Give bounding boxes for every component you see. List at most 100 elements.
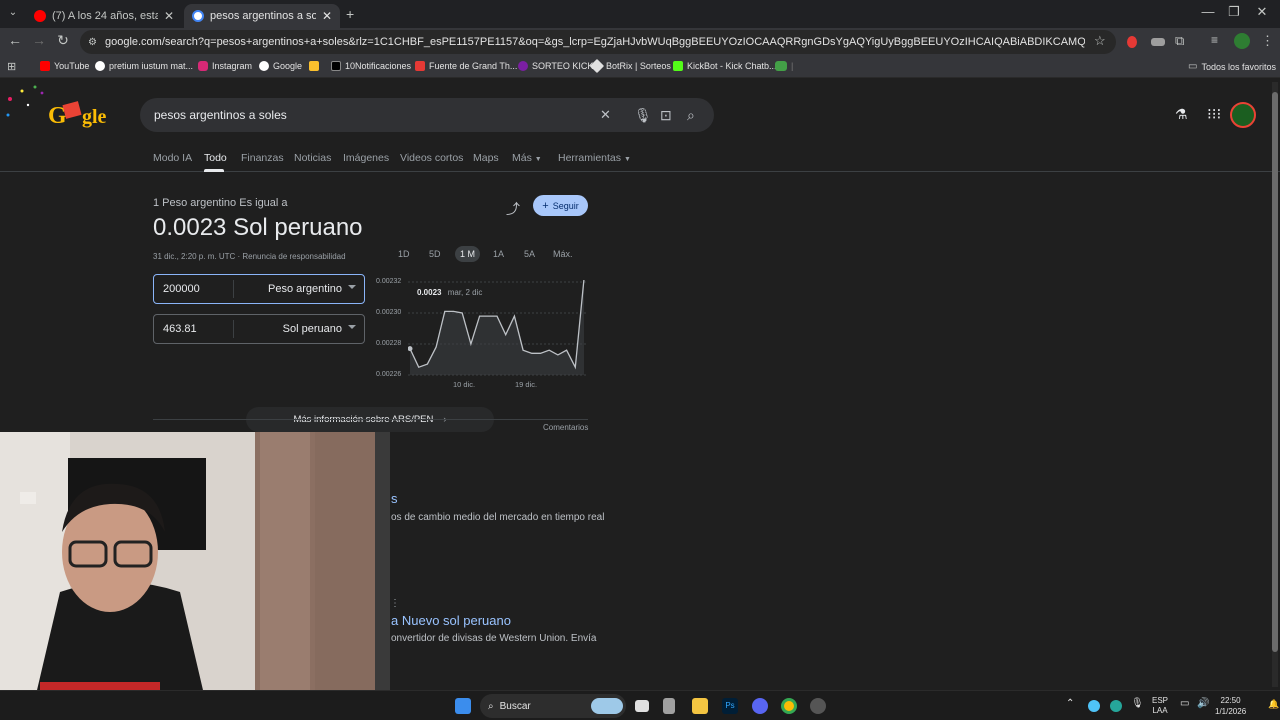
forward-icon[interactable]: → bbox=[29, 32, 49, 48]
from-currency-select[interactable]: Peso argentino bbox=[234, 283, 364, 295]
range-1m[interactable]: 1 M bbox=[455, 246, 481, 262]
microphone-icon[interactable]: 🎙 bbox=[634, 107, 652, 124]
notification-icon[interactable]: 🔔 bbox=[1268, 699, 1279, 710]
discord-icon[interactable] bbox=[752, 698, 768, 714]
bookmark-google[interactable]: Google bbox=[259, 61, 302, 71]
webcam-overlay bbox=[0, 432, 390, 720]
range-5d[interactable]: 5D bbox=[424, 246, 446, 262]
bookmark-pretium[interactable]: pretium iustum mat... bbox=[95, 61, 193, 71]
bookmark-label: BotRix | Sorteos bbox=[606, 61, 671, 71]
puzzle-icon[interactable]: ⧉ bbox=[1175, 33, 1184, 49]
share-icon[interactable]: ⤴ bbox=[506, 199, 520, 219]
task-view-icon[interactable] bbox=[635, 700, 649, 712]
file-explorer-icon[interactable] bbox=[692, 698, 708, 714]
apps-grid-icon[interactable]: ⁝⁝⁝ bbox=[1207, 105, 1221, 123]
tab-todo[interactable]: Todo bbox=[204, 152, 227, 164]
app-icon[interactable] bbox=[663, 698, 675, 714]
tab-youtube[interactable]: (7) A los 24 años, esta pibe ente ✕ bbox=[26, 4, 182, 28]
profile-avatar[interactable] bbox=[1234, 33, 1250, 49]
site-info-icon[interactable]: ⚙ bbox=[88, 37, 97, 48]
volume-icon[interactable]: 🔊 bbox=[1197, 698, 1209, 709]
chrome-icon[interactable] bbox=[781, 698, 797, 714]
photoshop-icon[interactable]: Ps bbox=[722, 698, 738, 714]
tab-google[interactable]: pesos argentinos a soles - Busc ✕ bbox=[184, 4, 340, 28]
tab-noticias[interactable]: Noticias bbox=[294, 152, 331, 164]
tray-chevron-icon[interactable]: ⌃ bbox=[1066, 698, 1074, 709]
result-options-icon[interactable]: ⋮ bbox=[390, 598, 400, 609]
menu-icon[interactable]: ⋮ bbox=[1261, 33, 1274, 49]
bookmark-instagram[interactable]: Instagram bbox=[198, 61, 252, 71]
network-icon[interactable]: ▭ bbox=[1180, 698, 1189, 709]
tab-maps[interactable]: Maps bbox=[473, 152, 499, 164]
from-currency-field[interactable]: 200000 Peso argentino bbox=[153, 274, 365, 304]
range-1a[interactable]: 1A bbox=[488, 246, 509, 262]
language-indicator[interactable]: ESP LAA bbox=[1152, 696, 1168, 716]
extension-icon[interactable] bbox=[1151, 38, 1165, 46]
search-box[interactable]: pesos argentinos a soles ✕ 🎙 ⊡ ⌕ bbox=[140, 98, 714, 132]
reload-icon[interactable]: ↻ bbox=[53, 32, 73, 49]
converter-result: 0.0023 Sol peruano bbox=[153, 214, 363, 241]
range-max[interactable]: Máx. bbox=[548, 246, 578, 262]
bookmark-label: Instagram bbox=[212, 61, 253, 71]
close-icon[interactable]: ✕ bbox=[164, 9, 174, 23]
clear-icon[interactable]: ✕ bbox=[600, 107, 611, 123]
follow-button[interactable]: + Seguir bbox=[533, 195, 588, 216]
to-currency-select[interactable]: Sol peruano bbox=[234, 323, 364, 335]
bookmark-botrix[interactable]: BotRix | Sorteos bbox=[589, 58, 671, 74]
scrollbar-thumb[interactable] bbox=[1272, 92, 1278, 652]
media-icon[interactable]: ≡ bbox=[1211, 33, 1218, 47]
chart-hover-point bbox=[408, 346, 413, 352]
tab-title: (7) A los 24 años, esta pibe ente bbox=[52, 10, 158, 22]
kickbot-icon bbox=[673, 61, 683, 71]
bookmark-10notificaciones[interactable]: 10Notificaciones bbox=[331, 61, 411, 71]
app-icon[interactable] bbox=[810, 698, 826, 714]
tab-search-icon[interactable]: ⌄ bbox=[6, 7, 20, 21]
bookmark-sorteo-kick[interactable]: SORTEO KICK bbox=[518, 61, 593, 71]
extension-icon[interactable] bbox=[1127, 36, 1137, 48]
page-scrollbar[interactable] bbox=[1272, 82, 1278, 687]
tab-mas[interactable]: Más ▼ bbox=[512, 152, 542, 164]
bookmark-star-icon[interactable]: ☆ bbox=[1094, 33, 1106, 49]
google-doodle-logo[interactable]: G gle bbox=[0, 79, 120, 139]
windows-start-icon[interactable] bbox=[455, 698, 471, 714]
google-icon bbox=[192, 10, 204, 22]
from-amount-input[interactable]: 200000 bbox=[154, 280, 234, 298]
bookmark-all-favorites[interactable]: ▭ Todos los favoritos bbox=[1188, 61, 1276, 72]
bookmark-grand-theft[interactable]: Fuente de Grand Th... bbox=[415, 61, 517, 71]
close-window-button[interactable]: ✕ bbox=[1242, 4, 1280, 20]
tab-videos-cortos[interactable]: Videos cortos bbox=[400, 152, 463, 164]
result-snippet: onvertidor de divisas de Western Union. … bbox=[391, 633, 597, 644]
tab-herramientas[interactable]: Herramientas ▼ bbox=[558, 152, 631, 164]
plus-icon: + bbox=[542, 199, 549, 212]
range-1d[interactable]: 1D bbox=[393, 246, 415, 262]
clock[interactable]: 22:50 1/1/2026 bbox=[1215, 695, 1246, 717]
bookmark-extra[interactable] bbox=[309, 61, 323, 71]
apps-icon[interactable]: ⊞ bbox=[7, 60, 16, 73]
microphone-icon[interactable]: 🎙 bbox=[1131, 698, 1144, 709]
back-icon[interactable]: ← bbox=[5, 32, 25, 48]
tray-app-icon[interactable] bbox=[1110, 700, 1122, 712]
bookmark-youtube[interactable]: YouTube bbox=[40, 61, 89, 71]
youtube-icon bbox=[40, 61, 50, 71]
range-5a[interactable]: 5A bbox=[519, 246, 540, 262]
search-icon[interactable]: ⌕ bbox=[687, 107, 695, 124]
result-title[interactable]: s bbox=[391, 491, 398, 506]
result-title[interactable]: a Nuevo sol peruano bbox=[391, 613, 511, 628]
bookmark-green[interactable]: | bbox=[775, 61, 793, 71]
lens-icon[interactable]: ⊡ bbox=[660, 107, 672, 124]
close-icon[interactable]: ✕ bbox=[322, 9, 332, 23]
bookmark-label: 10Notificaciones bbox=[345, 61, 412, 71]
tray-app-icon[interactable] bbox=[1088, 700, 1100, 712]
to-amount-input[interactable]: 463.81 bbox=[154, 320, 234, 338]
to-currency-field[interactable]: 463.81 Sol peruano bbox=[153, 314, 365, 344]
tab-imagenes[interactable]: Imágenes bbox=[343, 152, 389, 164]
tab-finanzas[interactable]: Finanzas bbox=[241, 152, 284, 164]
bookmark-kickbot[interactable]: KickBot - Kick Chatb... bbox=[673, 61, 777, 71]
labs-flask-icon[interactable]: ⚗ bbox=[1175, 106, 1188, 123]
account-avatar[interactable] bbox=[1230, 102, 1256, 128]
tab-modo-ia[interactable]: Modo IA bbox=[153, 152, 192, 164]
address-bar[interactable]: ⚙ google.com/search?q=pesos+argentinos+a… bbox=[80, 30, 1116, 54]
taskbar-search[interactable]: ⌕ Buscar bbox=[480, 694, 626, 718]
new-tab-button[interactable]: + bbox=[346, 6, 354, 22]
comments-link[interactable]: Comentarios bbox=[543, 423, 588, 432]
